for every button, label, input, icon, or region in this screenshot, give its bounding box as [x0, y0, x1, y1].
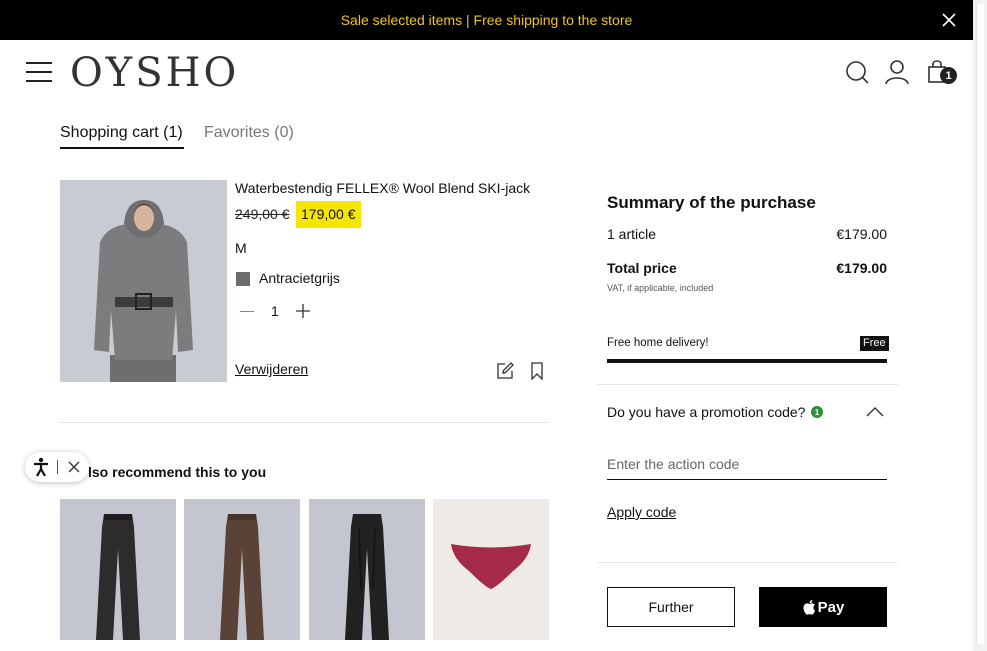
recommended-product[interactable] — [309, 499, 425, 640]
product-color: Antracietgrijs — [259, 270, 340, 286]
menu-icon[interactable] — [26, 62, 52, 82]
recommendations-title: lso recommend this to you — [88, 464, 267, 480]
tab-favorites[interactable]: Favorites (0) — [204, 124, 294, 142]
product-name[interactable]: Waterbestendig FELLEX® Wool Blend SKI-ja… — [235, 180, 530, 196]
sale-price: 179,00 € — [296, 201, 361, 228]
remove-item-link[interactable]: Verwijderen — [235, 361, 308, 377]
apple-icon — [803, 600, 815, 615]
promo-code-input[interactable] — [607, 448, 887, 480]
accessibility-widget — [25, 452, 89, 482]
chevron-up-icon[interactable] — [865, 404, 885, 418]
articles-label: 1 article — [607, 226, 657, 242]
separator — [57, 460, 58, 474]
account-icon[interactable] — [884, 58, 910, 86]
divider — [597, 384, 898, 385]
search-icon[interactable] — [844, 58, 870, 86]
product-size: M — [235, 240, 247, 256]
close-icon[interactable] — [68, 461, 80, 473]
edit-icon[interactable] — [496, 361, 515, 380]
apply-code-link[interactable]: Apply code — [607, 504, 676, 520]
quantity-increase-button[interactable] — [296, 304, 310, 318]
further-button[interactable]: Further — [607, 587, 735, 627]
recommended-product[interactable] — [184, 499, 300, 640]
promo-count-badge: 1 — [811, 406, 823, 418]
original-price: 249,00 € — [235, 206, 290, 222]
tab-shopping-cart[interactable]: Shopping cart (1) — [60, 124, 183, 142]
quantity-decrease-button[interactable] — [240, 311, 254, 312]
banner-text: Sale selected items | Free shipping to t… — [340, 12, 633, 28]
divider — [597, 562, 898, 563]
total-value: €179.00 — [836, 260, 887, 276]
bookmark-icon[interactable] — [530, 362, 544, 380]
promo-banner: Sale selected items | Free shipping to t… — [0, 0, 973, 40]
apple-pay-label: Pay — [817, 598, 845, 616]
product-image[interactable] — [60, 180, 227, 382]
free-badge: Free — [860, 336, 889, 351]
close-icon[interactable] — [941, 12, 957, 28]
color-swatch — [236, 272, 250, 286]
recommended-product[interactable] — [433, 499, 549, 640]
vat-note: VAT, if applicable, included — [607, 283, 714, 293]
divider — [60, 422, 548, 423]
articles-value: €179.00 — [836, 226, 887, 242]
recommended-product[interactable] — [60, 499, 176, 640]
scrollbar-thumb[interactable] — [976, 4, 984, 644]
cart-count-badge: 1 — [940, 67, 957, 84]
total-label: Total price — [607, 260, 677, 276]
active-tab-underline — [60, 147, 184, 149]
accessibility-icon[interactable] — [32, 457, 50, 477]
apple-pay-button[interactable]: Pay — [759, 587, 887, 627]
promo-code-toggle[interactable]: Do you have a promotion code? — [607, 404, 805, 420]
delivery-progress-bar — [607, 359, 887, 363]
quantity-value: 1 — [271, 303, 279, 319]
summary-title: Summary of the purchase — [607, 193, 816, 212]
delivery-label: Free home delivery! — [607, 337, 709, 349]
brand-logo[interactable]: OYSHO — [70, 50, 239, 96]
